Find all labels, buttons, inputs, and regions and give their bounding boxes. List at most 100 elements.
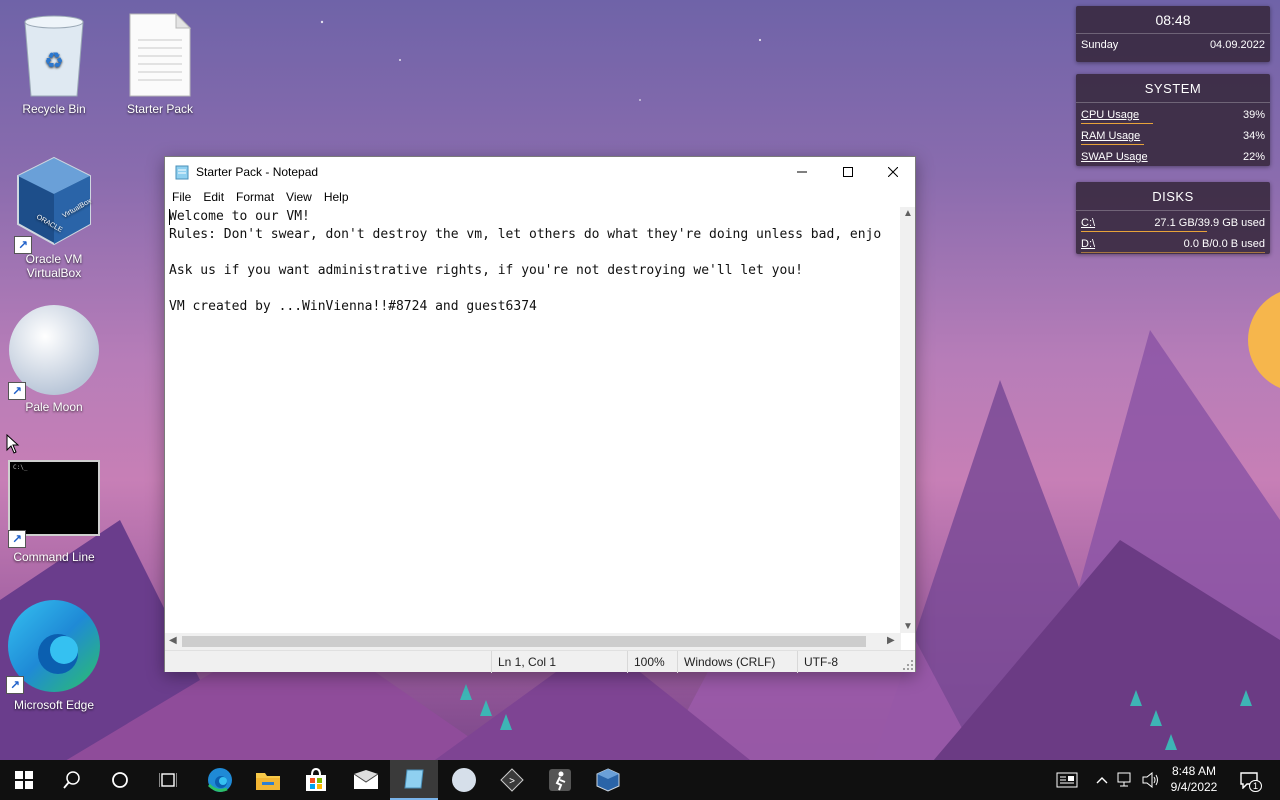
virtualbox-icon: ORACLE VirtualBox ↗ [14,154,94,254]
edge-icon: ↗ [6,598,102,694]
volume-button[interactable] [1140,760,1162,800]
notepad-icon [175,165,189,180]
folder-icon [256,773,280,790]
taskbar-app-terminal[interactable]: > [488,760,536,800]
task-view-button[interactable] [144,760,192,800]
swap-usage-value: 22% [1242,151,1265,163]
disk-d-bar [1081,252,1265,253]
desktop-icon-command-line[interactable]: C:\_ ↗ Command Line [4,460,104,564]
widget-time: 08:48 [1076,6,1270,34]
svg-text:>: > [509,776,515,787]
pale-moon-icon: ↗ [8,304,100,400]
system-widget-title: SYSTEM [1076,74,1270,103]
taskbar-pale-moon[interactable] [440,760,488,800]
widget-day: Sunday [1081,39,1119,51]
desktop-icon-virtualbox[interactable]: ORACLE VirtualBox ↗ Oracle VM VirtualBox [4,154,104,280]
notification-count-badge: 1 [1248,780,1262,792]
status-zoom: 100% [627,651,677,673]
window-title: Starter Pack - Notepad [196,165,319,179]
cpu-usage-bar [1081,123,1153,124]
desktop-icon-label: Oracle VM VirtualBox [25,252,83,280]
desktop-icon-label: Microsoft Edge [13,698,95,712]
minimize-button[interactable] [779,157,825,187]
taskbar-app-runner[interactable] [536,760,584,800]
scroll-right-icon[interactable]: ▶ [887,635,895,646]
horizontal-scroll-thumb[interactable] [182,636,866,647]
text-caret [169,209,170,225]
runner-app-icon [549,769,571,791]
title-bar[interactable]: Starter Pack - Notepad [165,157,915,187]
search-button[interactable] [48,760,96,800]
news-icon [1056,772,1078,788]
desktop-icon-label: Recycle Bin [22,102,86,116]
close-button[interactable] [870,157,916,187]
text-editor[interactable]: Welcome to our VM! Rules: Don't swear, d… [165,207,901,633]
taskbar-mail[interactable] [342,760,390,800]
notepad-icon [404,769,424,789]
action-center-button[interactable]: 1 [1234,760,1264,800]
resize-grip-icon[interactable] [903,660,913,670]
edge-icon [207,768,232,792]
desktop-icon-label: Pale Moon [25,400,83,414]
disk-d-label: D:\ [1081,238,1096,250]
status-bar: Ln 1, Col 1 100% Windows (CRLF) UTF-8 [165,650,915,673]
disks-widget-title: DISKS [1076,182,1270,211]
vertical-scrollbar[interactable]: ▲ ▼ [900,207,915,633]
scroll-up-icon[interactable]: ▲ [903,208,913,219]
disk-c-value: 27.1 GB/39.9 GB used [1154,217,1265,229]
taskbar-clock[interactable]: 8:48 AM 9/4/2022 [1160,760,1228,800]
ram-usage-bar [1081,144,1144,145]
desktop-icon-recycle-bin[interactable]: ♻ Recycle Bin [4,12,104,116]
desktop-icon-starter-pack[interactable]: Starter Pack [110,12,210,116]
recycle-bin-icon: ♻ [17,12,91,98]
cortana-button[interactable] [96,760,144,800]
tray-overflow-button[interactable] [1092,760,1112,800]
mail-envelope-icon [353,770,379,789]
menu-edit[interactable]: Edit [198,190,229,204]
shortcut-arrow-icon: ↗ [8,382,26,400]
status-encoding: UTF-8 [797,651,897,673]
search-icon [63,771,80,789]
swap-usage-label: SWAP Usage [1081,151,1148,163]
svg-text:♻: ♻ [44,48,64,73]
menu-help[interactable]: Help [319,190,354,204]
notepad-window[interactable]: Starter Pack - Notepad File Edit Format … [164,156,916,673]
taskbar-virtualbox[interactable] [584,760,632,800]
desktop-icon-label: Starter Pack [126,102,194,116]
scroll-left-icon[interactable]: ◀ [169,635,177,646]
maximize-icon [843,167,853,177]
disk-d-row: D:\ 0.0 B/0.0 B used [1076,235,1270,253]
news-widget-button[interactable] [1052,760,1082,800]
clock-widget: 08:48 Sunday 04.09.2022 [1076,6,1270,62]
menu-view[interactable]: View [281,190,317,204]
cpu-usage-value: 39% [1242,109,1265,121]
ram-usage-value: 34% [1242,130,1265,142]
speaker-icon [1142,772,1158,788]
disk-c-bar [1081,231,1207,232]
desktop-icon-microsoft-edge[interactable]: ↗ Microsoft Edge [4,598,104,712]
desktop-icon-pale-moon[interactable]: ↗ Pale Moon [4,304,104,414]
taskbar-edge[interactable] [196,760,244,800]
start-button[interactable] [0,760,48,800]
scroll-down-icon[interactable]: ▼ [903,621,913,632]
taskbar-date: 9/4/2022 [1170,780,1218,794]
taskbar-notepad[interactable] [390,760,438,800]
menu-format[interactable]: Format [231,190,279,204]
virtualbox-icon [596,768,620,792]
cpu-usage-label: CPU Usage [1081,109,1140,121]
taskbar-store[interactable] [292,760,340,800]
disks-widget: DISKS C:\ 27.1 GB/39.9 GB used D:\ 0.0 B… [1076,182,1270,254]
system-widget: SYSTEM CPU Usage 39% RAM Usage 34% SWAP … [1076,74,1270,166]
status-line-ending: Windows (CRLF) [677,651,797,673]
shortcut-arrow-icon: ↗ [6,676,24,694]
chevron-up-icon [1096,777,1108,784]
minimize-icon [797,171,807,173]
close-icon [888,167,898,177]
menu-file[interactable]: File [167,190,196,204]
network-button[interactable] [1114,760,1138,800]
taskbar-file-explorer[interactable] [244,760,292,800]
horizontal-scrollbar[interactable]: ◀ ▶ [165,633,901,650]
text-file-icon [128,12,192,98]
maximize-button[interactable] [825,157,871,187]
network-icon [1117,772,1131,787]
